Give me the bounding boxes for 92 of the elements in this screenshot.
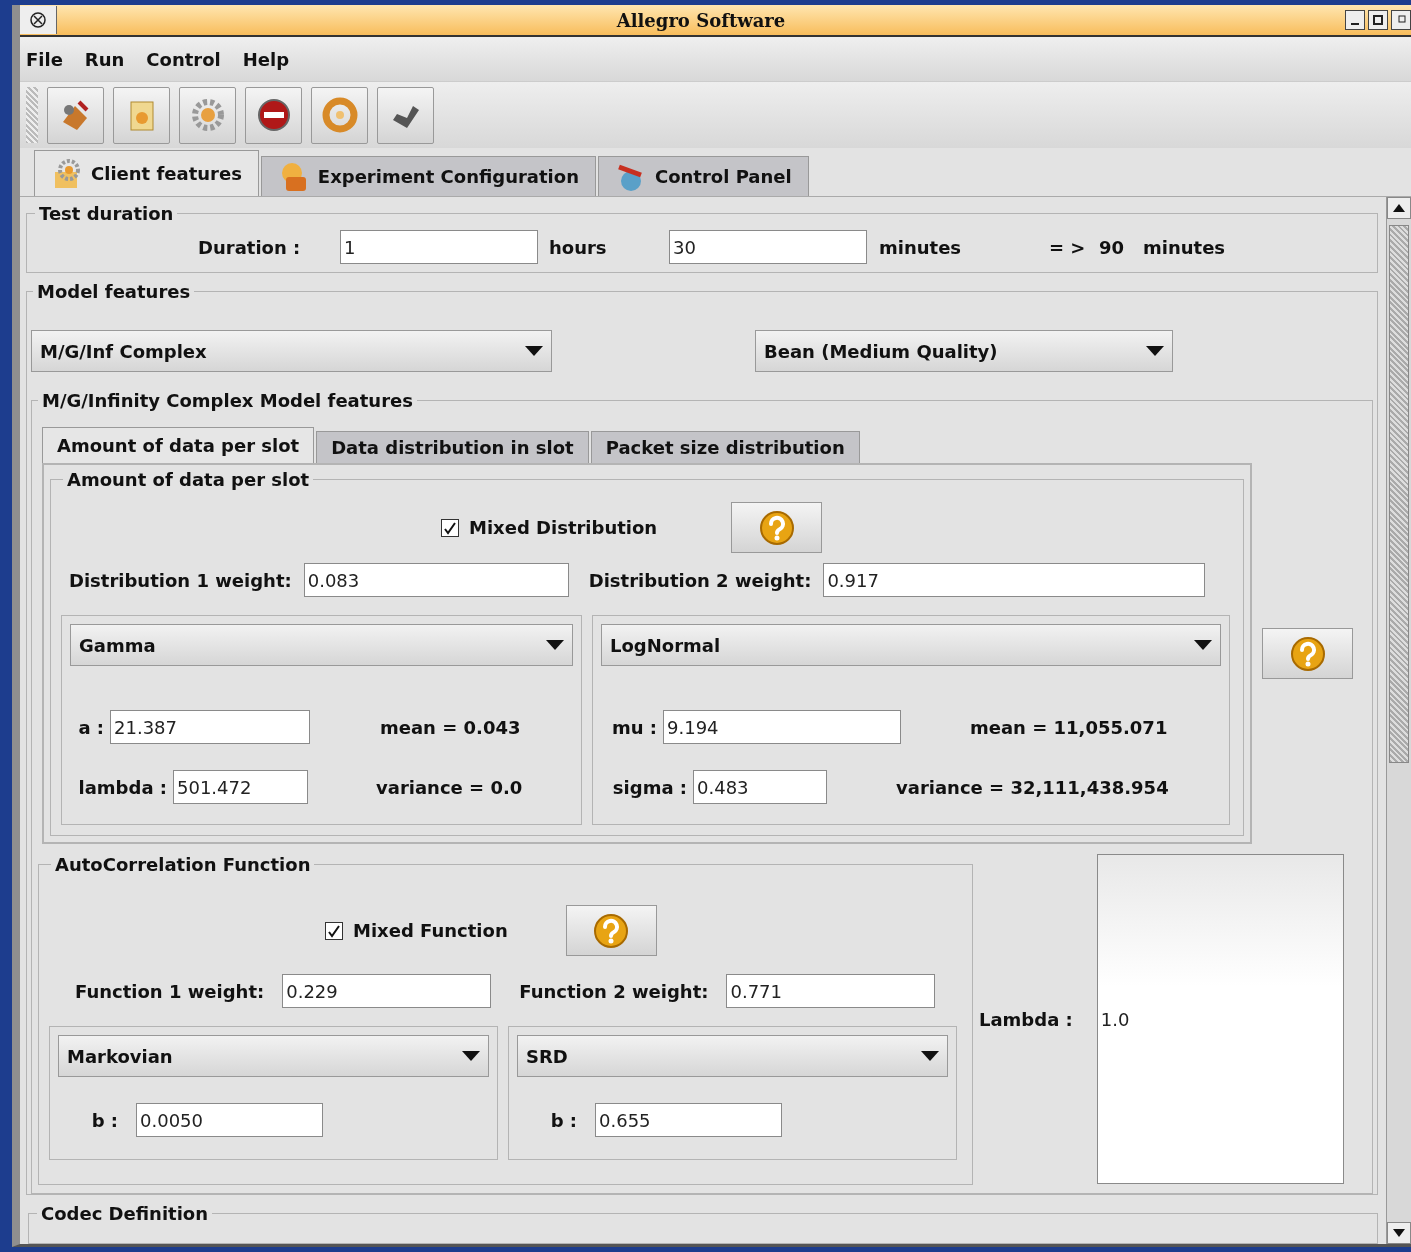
field-label: Distribution 1 weight: [69,569,292,591]
field-label: a : [77,716,104,738]
help-button[interactable] [1262,628,1353,679]
caret-icon [1146,346,1164,356]
maximize-button[interactable] [1368,10,1388,30]
stat-label: variance = 32,111,438.954 [896,776,1169,798]
field-label: Duration : [198,236,302,258]
unit-label: hours [548,236,608,258]
help-button[interactable] [565,905,657,956]
input-field[interactable]: 21.387 [110,710,310,744]
caret-icon [1194,640,1212,650]
tab[interactable]: Data distribution in slot [316,431,589,463]
stat-label: mean = 11,055.071 [970,716,1168,738]
dropdown[interactable]: LogNormal [601,624,1221,666]
group-title: AutoCorrelation Function [54,854,312,875]
checkbox-label: Mixed Function [353,920,508,941]
group-title: Amount of data per slot [66,469,311,490]
help-button[interactable] [731,502,823,553]
arrow-label: = > [1049,236,1087,258]
group-title: M/G/Infinity Complex Model features [41,390,414,411]
dropdown[interactable]: Gamma [70,624,573,666]
ring-icon [320,96,359,134]
caret-icon [546,640,564,650]
checkbox[interactable] [441,518,459,537]
total-value: 90 [1099,236,1126,258]
dropdown[interactable]: Bean (Medium Quality) [755,330,1173,372]
group-title: Model features [36,281,192,302]
help-icon [593,912,630,949]
dropdown[interactable]: M/G/Inf Complex [31,330,552,372]
field-label: Lambda : [979,1008,1073,1030]
field-label: Function 1 weight: [75,980,265,1002]
scrollbar[interactable] [1386,197,1411,1244]
menu-item[interactable]: File [26,48,63,70]
checkbox[interactable] [325,921,343,940]
field-label: mu : [610,716,657,738]
field-label: Function 2 weight: [519,980,709,1002]
toolbar-button[interactable] [377,86,434,144]
field-label: lambda : [77,776,167,798]
input-field[interactable]: 501.472 [173,770,308,804]
caret-icon [462,1051,480,1061]
up-arrow-icon [1393,204,1405,212]
tab[interactable]: Amount of data per slot [42,427,315,463]
menu-item[interactable]: Run [84,48,125,70]
maximize-icon [1373,15,1383,25]
menu-item[interactable]: Help [242,48,290,70]
field-label: b : [90,1109,118,1131]
minimize-button[interactable] [1345,10,1365,30]
input-field[interactable]: 0.917 [823,563,1206,597]
tab[interactable]: Experiment Configuration [260,156,596,196]
stat-label: variance = 0.0 [376,776,523,798]
input-field[interactable]: 0.083 [303,563,569,597]
down-arrow-icon [1393,1229,1405,1237]
caret-icon [525,346,543,356]
menu-item[interactable]: Control [146,48,221,70]
input-field[interactable]: 0.0050 [136,1103,323,1137]
close-button[interactable] [20,6,57,34]
tab[interactable]: Control Panel [597,156,809,196]
stat-label: mean = 0.043 [380,716,521,738]
minimize-icon [1351,23,1359,25]
unit-label: minutes [878,236,963,258]
input-field[interactable]: 0.771 [726,974,936,1008]
help-icon [1289,635,1326,672]
toolbar-button[interactable] [47,86,104,144]
caret-icon [921,1051,939,1061]
group-title: Test duration [38,203,175,224]
close-icon [30,12,46,28]
field-label: sigma : [611,776,687,798]
dropdown[interactable]: Markovian [58,1035,489,1077]
input-field[interactable]: 0.229 [282,974,492,1008]
scroll-up-button[interactable] [1387,197,1411,219]
field-label: b : [549,1109,577,1131]
scroll-down-button[interactable] [1387,1222,1411,1244]
group-title: Codec Definition [40,1203,210,1224]
window-title: Allegro Software [615,9,787,31]
restore-icon [1396,15,1406,25]
lambda-field[interactable]: 1.0 [1096,854,1344,1184]
tab[interactable]: Packet size distribution [590,431,860,463]
input-field[interactable]: 0.483 [693,770,827,804]
help-icon [758,509,795,546]
toolbar-button[interactable] [245,86,302,144]
restore-button[interactable] [1391,10,1411,30]
checkbox-label: Mixed Distribution [469,517,658,538]
scroll-thumb[interactable] [1389,225,1409,763]
dropdown[interactable]: SRD [517,1035,948,1077]
input-field[interactable]: 0.655 [595,1103,782,1137]
toolbar-grip[interactable] [26,87,38,143]
input-field[interactable]: 1 [340,230,538,264]
field-label: Distribution 2 weight: [588,569,812,591]
input-field[interactable]: 9.194 [663,710,901,744]
input-field[interactable]: 30 [669,230,867,264]
tab[interactable]: Client features [34,150,259,196]
unit-label: minutes [1143,236,1226,258]
